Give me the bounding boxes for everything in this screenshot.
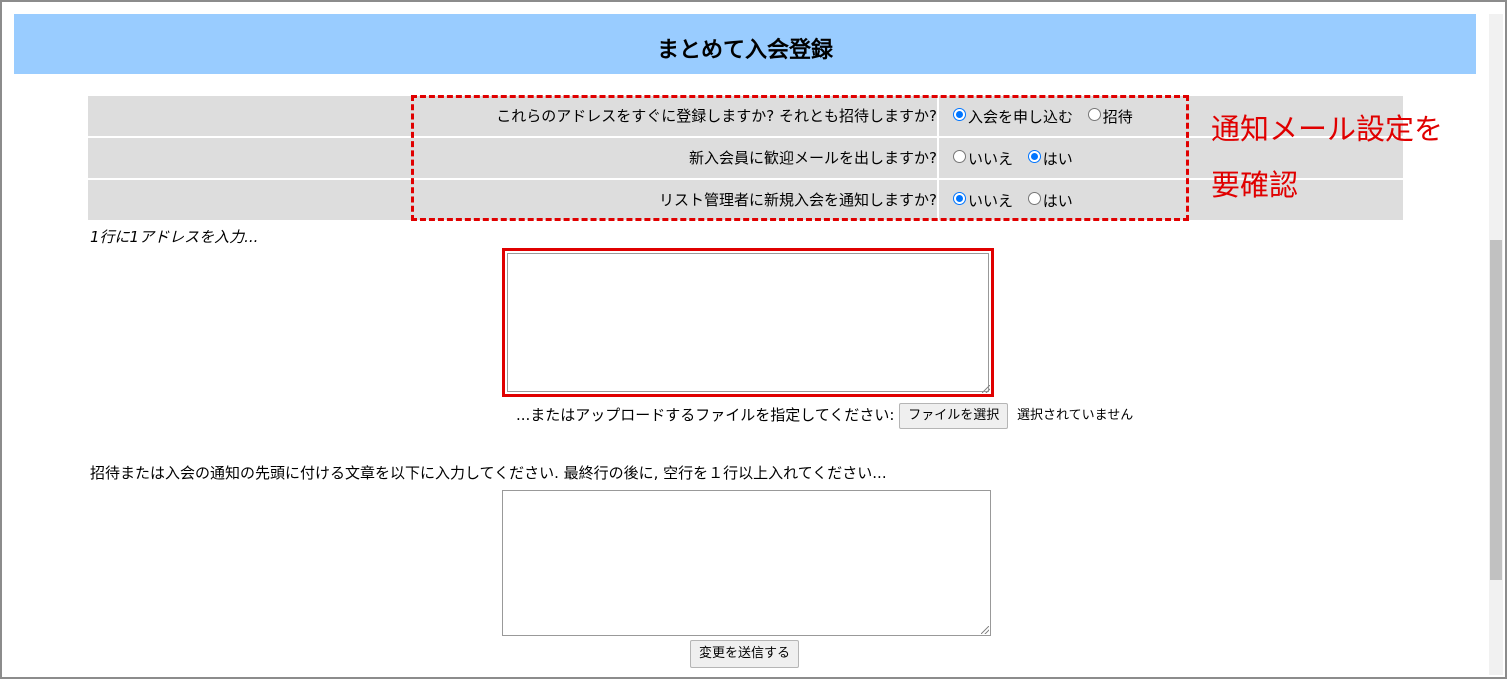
header-bar: まとめて入会登録: [14, 14, 1476, 74]
annotation-dashed-box: [411, 95, 1189, 221]
annotation-note-line1: 通知メール設定を: [1211, 112, 1444, 146]
address-textarea-field[interactable]: [507, 253, 989, 392]
page-title: まとめて入会登録: [656, 38, 833, 63]
annotation-note-line2: 要確認: [1211, 168, 1299, 202]
resize-grip-icon[interactable]: [981, 626, 989, 634]
file-status: 選択されていません: [1017, 407, 1134, 423]
scrollbar-thumb[interactable]: [1490, 240, 1502, 580]
vertical-scrollbar[interactable]: [1489, 14, 1503, 675]
address-entry-hint: 1行に1アドレスを入力...: [90, 228, 259, 246]
upload-row: ...またはアップロードするファイルを指定してください: ファイルを選択 選択さ…: [516, 402, 1134, 429]
invite-textarea[interactable]: [502, 490, 991, 636]
submit-button[interactable]: 変更を送信する: [690, 640, 800, 668]
resize-grip-icon[interactable]: [982, 385, 990, 393]
page-frame: まとめて入会登録 これらのアドレスをすぐに登録しますか? それとも招待しますか?…: [0, 0, 1507, 679]
choose-file-button[interactable]: ファイルを選択: [899, 402, 1009, 429]
upload-label: ...またはアップロードするファイルを指定してください:: [516, 406, 895, 424]
invite-text-label: 招待または入会の通知の先頭に付ける文章を以下に入力してください. 最終行の後に,…: [90, 464, 887, 482]
address-textarea[interactable]: [502, 248, 994, 397]
